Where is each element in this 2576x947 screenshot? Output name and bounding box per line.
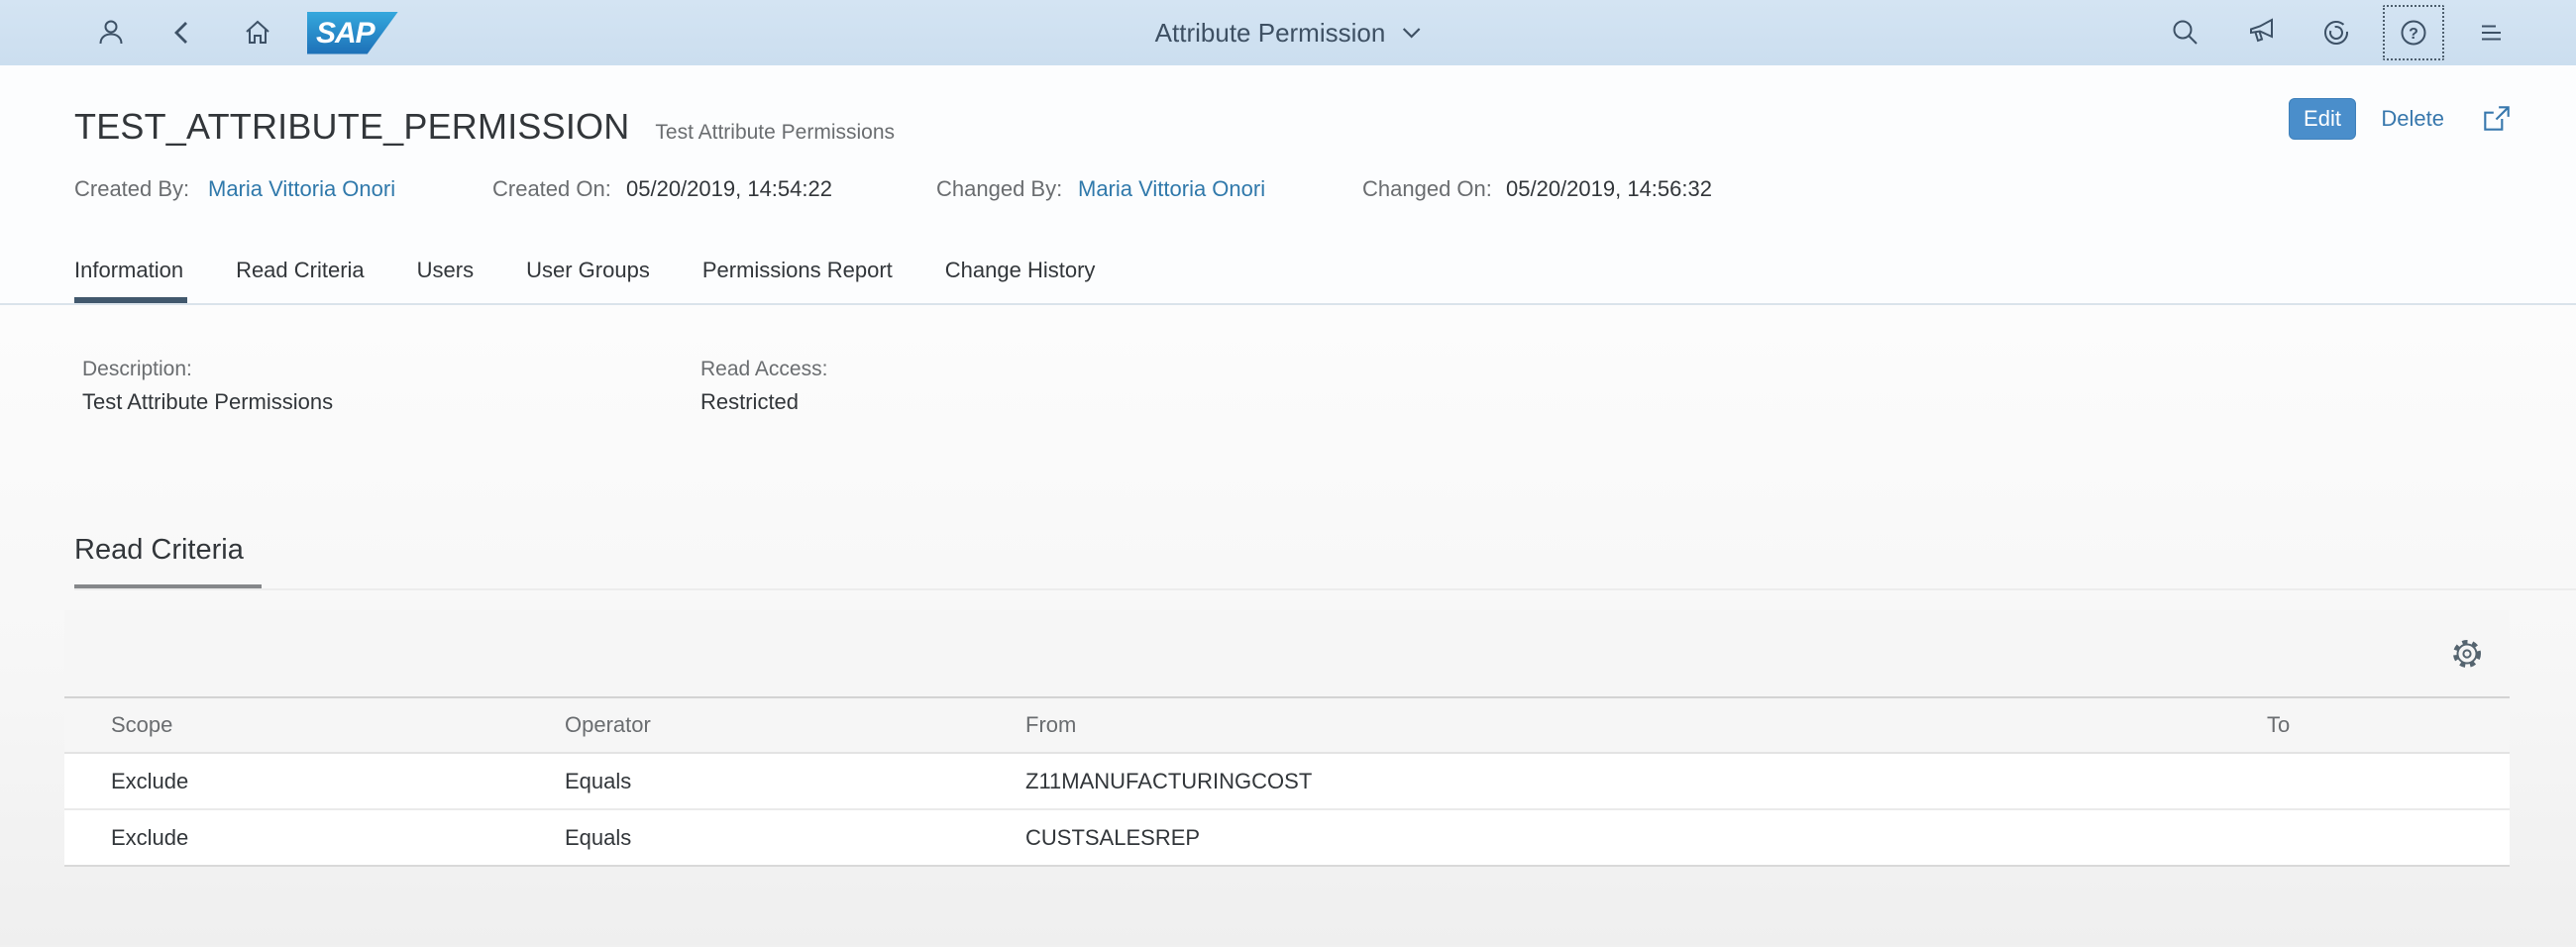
- tab-change-history[interactable]: Change History: [945, 238, 1096, 303]
- share-icon: [2480, 102, 2514, 136]
- help-focus-outline: ?: [2383, 5, 2444, 60]
- shell-left-cluster: SAP: [0, 12, 398, 54]
- tab-permissions-report[interactable]: Permissions Report: [702, 238, 893, 303]
- shell-bar: SAP Attribute Permission ?: [0, 0, 2576, 65]
- read-criteria-heading: Read Criteria: [74, 529, 262, 588]
- settings-gear-icon: [2449, 636, 2485, 672]
- object-page-header: TEST_ATTRIBUTE_PERMISSION Test Attribute…: [0, 65, 2576, 238]
- chevron-down-icon: [1401, 27, 1421, 40]
- column-header-operator[interactable]: Operator: [565, 712, 1025, 738]
- created-by-label: Created By:: [74, 174, 189, 204]
- edit-button[interactable]: Edit: [2289, 98, 2356, 140]
- delete-button[interactable]: Delete: [2381, 98, 2444, 140]
- table-toolbar: [64, 610, 2510, 698]
- cell-scope: Exclude: [64, 825, 565, 851]
- read-criteria-table: Scope Operator From To Exclude Equals Z1…: [64, 610, 2510, 867]
- page-content: Description: Test Attribute Permissions …: [0, 305, 2576, 945]
- description-value: Test Attribute Permissions: [82, 386, 700, 418]
- changed-by-label: Changed By:: [936, 174, 1062, 204]
- read-access-label: Read Access:: [700, 355, 1319, 384]
- cell-from: Z11MANUFACTURINGCOST: [1025, 769, 2267, 794]
- changed-on-value: 05/20/2019, 14:56:32: [1506, 174, 1712, 204]
- read-access-field: Read Access: Restricted: [700, 355, 1319, 418]
- title-row: TEST_ATTRIBUTE_PERMISSION Test Attribute…: [0, 65, 2576, 151]
- announcement-icon[interactable]: [2245, 17, 2277, 49]
- column-header-from[interactable]: From: [1025, 712, 2267, 738]
- column-header-scope[interactable]: Scope: [64, 712, 565, 738]
- sap-logo[interactable]: SAP: [307, 12, 398, 54]
- tab-information[interactable]: Information: [74, 238, 183, 303]
- cell-operator: Equals: [565, 769, 1025, 794]
- table-settings-button[interactable]: [2449, 636, 2485, 672]
- shell-app-title-label: Attribute Permission: [1155, 18, 1386, 49]
- search-icon[interactable]: [2170, 17, 2201, 49]
- table-row[interactable]: Exclude Equals Z11MANUFACTURINGCOST: [64, 754, 2510, 810]
- column-header-to[interactable]: To: [2267, 712, 2510, 738]
- shell-app-title[interactable]: Attribute Permission: [1155, 0, 1422, 65]
- changed-by-link[interactable]: Maria Vittoria Onori: [1078, 174, 1265, 204]
- svg-text:?: ?: [2409, 26, 2418, 43]
- tab-user-groups[interactable]: User Groups: [526, 238, 650, 303]
- meta-row: Created By: Maria Vittoria Onori Created…: [0, 174, 2576, 208]
- read-criteria-section: Read Criteria: [0, 529, 2576, 590]
- cell-scope: Exclude: [64, 769, 565, 794]
- cell-from: CUSTSALESREP: [1025, 825, 2267, 851]
- section-divider: [74, 588, 2576, 590]
- tab-read-criteria[interactable]: Read Criteria: [236, 238, 365, 303]
- table-row[interactable]: Exclude Equals CUSTSALESREP: [64, 810, 2510, 867]
- tab-users[interactable]: Users: [417, 238, 474, 303]
- user-icon[interactable]: [95, 17, 127, 49]
- information-section: Description: Test Attribute Permissions …: [0, 305, 2576, 418]
- home-icon[interactable]: [242, 17, 273, 49]
- description-field: Description: Test Attribute Permissions: [82, 355, 700, 418]
- description-label: Description:: [82, 355, 700, 384]
- anchor-tab-bar: Information Read Criteria Users User Gro…: [0, 238, 2576, 305]
- page-subtitle: Test Attribute Permissions: [655, 121, 895, 145]
- shell-right-cluster: ?: [2170, 0, 2507, 65]
- created-on-value: 05/20/2019, 14:54:22: [626, 174, 832, 204]
- read-access-value: Restricted: [700, 386, 1319, 418]
- created-on-label: Created On:: [492, 174, 611, 204]
- help-icon[interactable]: ?: [2398, 17, 2429, 49]
- back-icon[interactable]: [167, 17, 199, 49]
- page-title: TEST_ATTRIBUTE_PERMISSION: [74, 103, 629, 151]
- cell-operator: Equals: [565, 825, 1025, 851]
- created-by-link[interactable]: Maria Vittoria Onori: [208, 174, 395, 204]
- table-header-row: Scope Operator From To: [64, 698, 2510, 754]
- share-button[interactable]: [2480, 102, 2514, 136]
- changed-on-label: Changed On:: [1362, 174, 1492, 204]
- copilot-icon[interactable]: [2320, 17, 2352, 49]
- menu-lines-icon[interactable]: [2475, 17, 2507, 49]
